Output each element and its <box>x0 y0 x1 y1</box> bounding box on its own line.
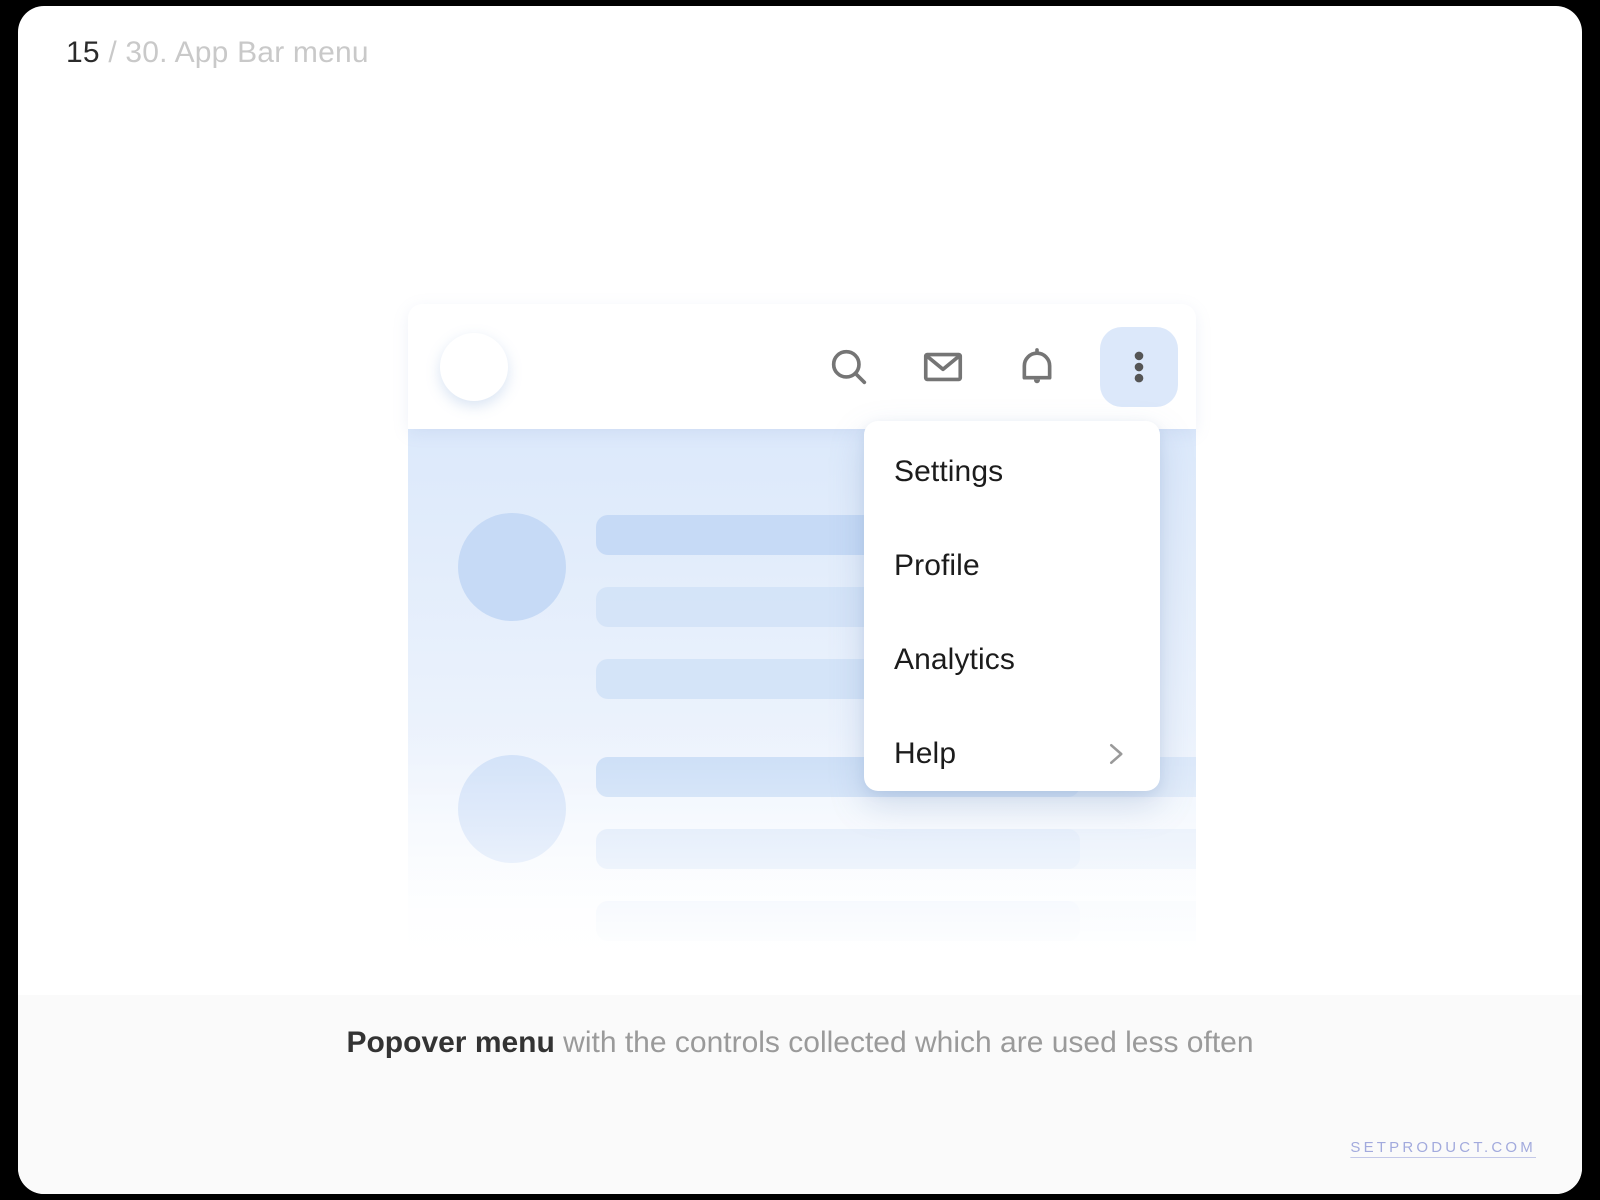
watermark[interactable]: SETPRODUCT.COM <box>1350 1139 1536 1156</box>
menu-item-label: Help <box>894 737 957 770</box>
content-avatar <box>458 513 566 621</box>
bell-icon <box>1014 344 1060 390</box>
slide-title: / 30. App Bar menu <box>108 36 369 69</box>
mail-icon <box>920 344 966 390</box>
app-bar <box>408 304 1196 429</box>
more-vertical-icon <box>1116 344 1162 390</box>
caption-band: Popover menu with the controls collected… <box>18 995 1582 1194</box>
menu-item-label: Analytics <box>894 643 1015 676</box>
search-button[interactable] <box>818 336 880 398</box>
menu-item-profile[interactable]: Profile <box>864 519 1160 613</box>
slide-header: 15 / 30. App Bar menu <box>66 38 369 68</box>
menu-item-analytics[interactable]: Analytics <box>864 613 1160 707</box>
more-menu-button[interactable] <box>1100 326 1178 407</box>
notifications-button[interactable] <box>1006 336 1068 398</box>
menu-item-label: Settings <box>894 455 1004 488</box>
mock-window: Settings Profile Analytics Help <box>408 304 1196 992</box>
mail-button[interactable] <box>912 336 974 398</box>
chevron-right-icon <box>1100 739 1130 769</box>
mock-window-stage: Settings Profile Analytics Help <box>408 304 1196 992</box>
menu-item-label: Profile <box>894 549 980 582</box>
menu-item-help[interactable]: Help <box>864 707 1160 801</box>
caption-strong: Popover menu <box>346 1026 555 1059</box>
menu-item-settings[interactable]: Settings <box>864 425 1160 519</box>
caption: Popover menu with the controls collected… <box>18 1025 1582 1061</box>
popover-menu: Settings Profile Analytics Help <box>864 421 1160 791</box>
app-bar-actions <box>818 304 1178 429</box>
slide-number: 15 <box>66 36 100 69</box>
avatar[interactable] <box>440 333 508 401</box>
slide-card: 15 / 30. App Bar menu Settings Profile A… <box>18 6 1582 1194</box>
caption-muted: with the controls collected which are us… <box>554 1026 1254 1059</box>
search-icon <box>826 344 872 390</box>
